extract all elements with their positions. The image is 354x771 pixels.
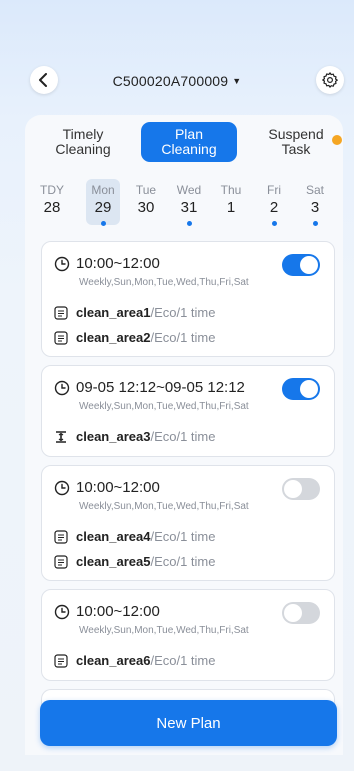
plan-toggle[interactable] bbox=[282, 378, 320, 400]
plan-marker-dot bbox=[272, 221, 277, 226]
plan-area-row: clean_area6/Eco/1 time bbox=[54, 653, 215, 668]
area-detail: /Eco/1 time bbox=[150, 330, 216, 345]
day-name: Sat bbox=[305, 183, 324, 197]
plan-time-row: 10:00~12:00 bbox=[54, 603, 160, 620]
plan-toggle[interactable] bbox=[282, 254, 320, 276]
day-date: 1 bbox=[226, 199, 236, 216]
area-name: clean_area5 bbox=[76, 554, 151, 569]
clock-icon bbox=[54, 604, 70, 619]
escalator-icon bbox=[56, 430, 66, 443]
area-name: clean_area6 bbox=[76, 653, 151, 668]
list-icon bbox=[54, 330, 68, 345]
plan-time-row: 10:00~12:00 bbox=[54, 479, 160, 496]
day-tdy[interactable]: TDY 28 bbox=[35, 179, 69, 225]
day-date: 29 bbox=[94, 199, 112, 216]
day-date: 30 bbox=[137, 199, 155, 216]
tab-label-line: Timely bbox=[62, 126, 104, 142]
tab-label-line: Task bbox=[281, 141, 311, 157]
plan-area-row: clean_area5/Eco/1 time bbox=[54, 554, 215, 569]
tab-label-line: Cleaning bbox=[55, 141, 111, 157]
day-fri[interactable]: Fri 2 bbox=[257, 179, 291, 226]
day-name: Wed bbox=[176, 183, 202, 197]
toggle-knob bbox=[284, 480, 302, 498]
plan-repeat: Weekly,Sun,Mon,Tue,Wed,Thu,Fri,Sat bbox=[79, 277, 249, 288]
day-name: Fri bbox=[267, 183, 281, 197]
plan-time: 10:00~12:00 bbox=[76, 603, 160, 620]
day-date: 3 bbox=[310, 199, 320, 216]
toggle-knob bbox=[284, 604, 302, 622]
plan-card[interactable]: 09-05 12:12~09-05 12:12 Weekly,Sun,Mon,T… bbox=[41, 365, 335, 457]
day-name: Tue bbox=[135, 183, 157, 197]
toggle-knob bbox=[300, 256, 318, 274]
notification-dot bbox=[332, 135, 342, 145]
day-date: 28 bbox=[43, 199, 61, 216]
settings-button[interactable] bbox=[316, 66, 344, 94]
tab-label-line: Plan bbox=[174, 126, 203, 142]
list-icon bbox=[54, 554, 68, 569]
area-name: clean_area1 bbox=[76, 305, 151, 320]
plan-area-row: clean_area4/Eco/1 time bbox=[54, 529, 215, 544]
device-selector[interactable]: C500020A700009 ▼ bbox=[0, 73, 354, 89]
tab-timely-cleaning[interactable]: Timely Cleaning bbox=[43, 122, 123, 162]
area-name: clean_area4 bbox=[76, 529, 151, 544]
plan-panel: Timely Cleaning Plan Cleaning Suspend Task … bbox=[25, 115, 343, 755]
plan-repeat: Weekly,Sun,Mon,Tue,Wed,Thu,Fri,Sat bbox=[79, 625, 249, 636]
tab-label-line: Cleaning bbox=[161, 141, 217, 157]
plan-marker-dot bbox=[101, 221, 106, 226]
plan-area-row: clean_area3/Eco/1 time bbox=[54, 429, 215, 444]
plan-area-row: clean_area2/Eco/1 time bbox=[54, 330, 215, 345]
day-name: TDY bbox=[40, 183, 64, 197]
day-sat[interactable]: Sat 3 bbox=[298, 179, 332, 226]
area-name: clean_area2 bbox=[76, 330, 151, 345]
plan-card[interactable]: 10:00~12:00 Weekly,Sun,Mon,Tue,Wed,Thu,F… bbox=[41, 241, 335, 357]
caret-down-icon: ▼ bbox=[232, 76, 242, 86]
clock-icon bbox=[54, 380, 70, 395]
tab-label-line: Suspend bbox=[268, 126, 324, 142]
plan-card[interactable]: 10:00~12:00 Weekly,Sun,Mon,Tue,Wed,Thu,F… bbox=[41, 589, 335, 681]
area-name: clean_area3 bbox=[76, 429, 151, 444]
plan-time-row: 10:00~12:00 bbox=[54, 255, 160, 272]
area-detail: /Eco/1 time bbox=[150, 305, 216, 320]
plan-time-row: 09-05 12:12~09-05 12:12 bbox=[54, 379, 245, 396]
device-id: C500020A700009 bbox=[112, 73, 229, 89]
tab-suspend-task[interactable]: Suspend Task bbox=[249, 122, 343, 162]
list-icon bbox=[54, 305, 68, 320]
gear-icon bbox=[322, 72, 338, 88]
day-tue[interactable]: Tue 30 bbox=[129, 179, 163, 225]
day-date: 31 bbox=[180, 199, 198, 216]
day-wed[interactable]: Wed 31 bbox=[172, 179, 206, 226]
clock-icon bbox=[54, 256, 70, 271]
list-icon bbox=[54, 529, 68, 544]
plan-card[interactable]: 10:00~12:00 Weekly,Sun,Mon,Tue,Wed,Thu,F… bbox=[41, 465, 335, 581]
list-icon bbox=[54, 653, 68, 668]
area-detail: /Eco/1 time bbox=[150, 429, 216, 444]
top-bar: C500020A700009 ▼ bbox=[0, 66, 354, 96]
week-strip: TDY 28 Mon 29 Tue 30 Wed 31 Thu 1 Fri 2 Sat 3 bbox=[25, 179, 343, 229]
area-detail: /Eco/1 time bbox=[150, 554, 216, 569]
plan-time: 10:00~12:00 bbox=[76, 255, 160, 272]
day-mon[interactable]: Mon 29 bbox=[86, 179, 120, 226]
day-thu[interactable]: Thu 1 bbox=[214, 179, 248, 225]
plan-toggle[interactable] bbox=[282, 478, 320, 500]
tab-bar: Timely Cleaning Plan Cleaning Suspend Task bbox=[25, 115, 343, 171]
plan-time: 10:00~12:00 bbox=[76, 479, 160, 496]
day-date: 2 bbox=[269, 199, 279, 216]
clock-icon bbox=[54, 480, 70, 495]
tab-plan-cleaning[interactable]: Plan Cleaning bbox=[141, 122, 237, 162]
plan-repeat: Weekly,Sun,Mon,Tue,Wed,Thu,Fri,Sat bbox=[79, 401, 249, 412]
day-name: Thu bbox=[220, 183, 242, 197]
plan-marker-dot bbox=[313, 221, 318, 226]
area-detail: /Eco/1 time bbox=[150, 653, 216, 668]
new-plan-button[interactable]: New Plan bbox=[40, 700, 337, 746]
day-name: Mon bbox=[91, 183, 115, 197]
plan-repeat: Weekly,Sun,Mon,Tue,Wed,Thu,Fri,Sat bbox=[79, 501, 249, 512]
area-detail: /Eco/1 time bbox=[150, 529, 216, 544]
toggle-knob bbox=[300, 380, 318, 398]
plan-time: 09-05 12:12~09-05 12:12 bbox=[76, 379, 245, 396]
plan-toggle[interactable] bbox=[282, 602, 320, 624]
plan-area-row: clean_area1/Eco/1 time bbox=[54, 305, 215, 320]
plan-marker-dot bbox=[187, 221, 192, 226]
